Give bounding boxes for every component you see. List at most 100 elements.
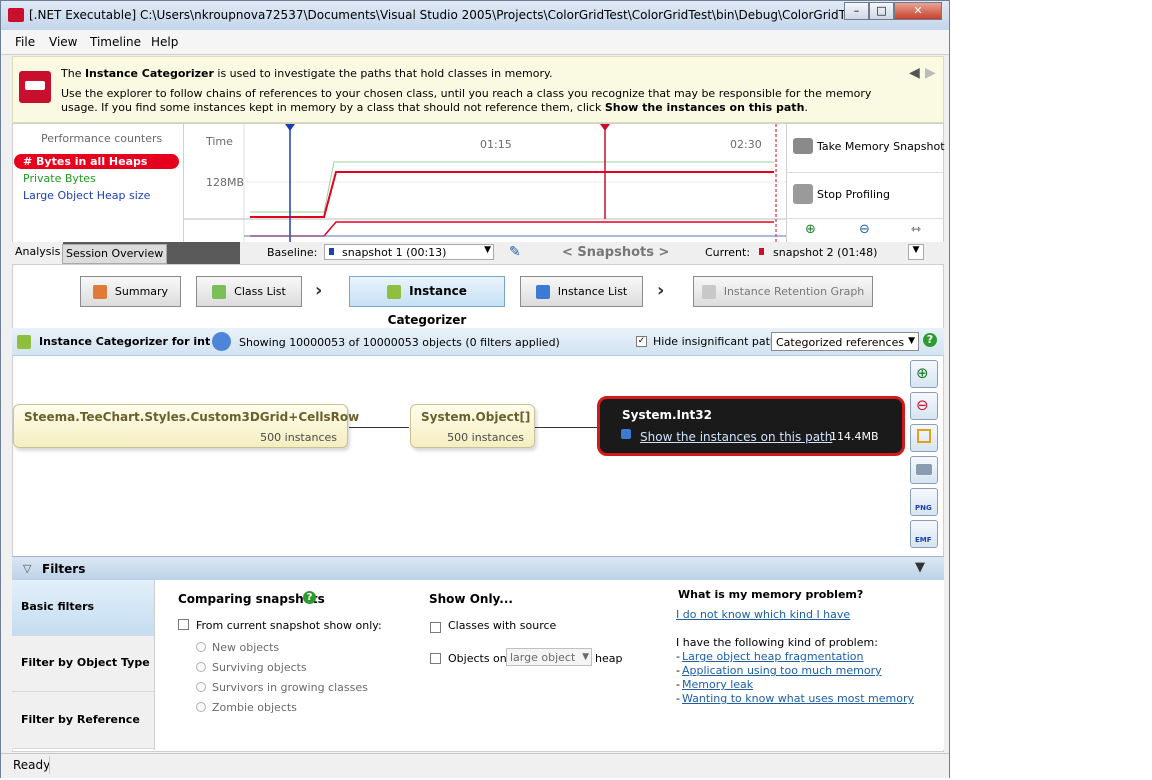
instance-categorizer-button[interactable]: Instance Categorizer [349,276,505,327]
hide-insignificant-checkbox[interactable]: ✓ [636,336,647,347]
filter-tab-basic[interactable]: Basic filters [12,580,154,636]
counter-bytes-all-heaps[interactable]: # Bytes in all Heaps [23,155,147,168]
instance-list-button[interactable]: Instance List [520,276,643,307]
problem-link-memory-leak[interactable]: Memory leak [682,678,753,691]
graph-node-cellsrow[interactable]: Steema.TeeChart.Styles.Custom3DGrid+Cell… [13,404,359,448]
snapshot-selector-bar: Baseline: snapshot 1 (00:13) ▼ ✎ < Snaps… [240,242,944,264]
next-tip-icon[interactable]: ▶ [925,65,936,81]
zoom-out-tool[interactable]: ⊖ [910,392,938,420]
counter-large-object-heap[interactable]: Large Object Heap size [23,189,150,202]
ants-logo-icon [19,71,51,103]
zoom-in-icon: ⊕ [916,364,929,382]
baseline-value: snapshot 1 (00:13) [342,246,447,259]
menu-bar: File View Timeline Help [1,30,949,55]
radio-new-objects[interactable] [196,642,206,652]
zoom-in-icon[interactable]: ⊕ [805,222,816,237]
zoom-out-icon: ⊖ [916,396,929,414]
categorized-mode-value: Categorized references [776,336,905,349]
timeline-tick-1: 01:15 [480,138,512,151]
status-bar: Ready [1,753,949,778]
problem-link-loh-fragmentation[interactable]: Large object heap fragmentation [682,650,864,663]
heap-type-select[interactable]: large object ▼ [506,648,592,666]
filters-divider [154,580,155,750]
menu-file[interactable]: File [15,35,35,49]
baseline-select[interactable]: snapshot 1 (00:13) ▼ [324,244,494,260]
timeline-chart[interactable]: Time 01:15 02:30 128MB [183,124,787,242]
zoom-fit-icon[interactable]: ⇿ [911,222,921,236]
edit-pencil-icon[interactable]: ✎ [509,244,521,260]
filter-tab-reference[interactable]: Filter by Reference [12,692,154,749]
show-only-title: Show Only... [429,592,513,606]
graph-edge-1 [349,427,409,428]
prev-tip-icon[interactable]: ◀ [909,65,920,81]
show-instances-link[interactable]: Show the instances on this path [640,430,832,444]
minimize-button[interactable]: – [844,2,869,20]
from-current-checkbox[interactable] [178,619,189,630]
fit-view-tool[interactable] [910,424,938,452]
node-name: System.Int32 [622,408,712,422]
tab-analysis[interactable]: Analysis [12,242,64,264]
retention-graph-button[interactable]: Instance Retention Graph [693,276,873,307]
graph-node-selected-int32[interactable]: System.Int32 Show the instances on this … [597,396,905,456]
fit-view-icon [917,429,931,443]
help-icon[interactable]: ? [303,591,316,604]
arrow-right-icon-2: › [657,280,665,301]
help-icon[interactable]: ? [923,333,937,347]
categorized-references-select[interactable]: Categorized references ▼ [771,332,919,351]
close-button[interactable]: ✕ [894,2,942,20]
radio-survivors-growing-label: Survivors in growing classes [212,681,368,694]
current-select-dropdown[interactable]: ▼ [908,244,924,260]
png-icon: PNG [915,504,932,512]
classes-with-source-checkbox[interactable] [430,622,441,633]
objects-on-checkbox[interactable] [430,653,441,664]
filters-title: Filters [42,562,86,576]
radio-survivors-growing[interactable] [196,682,206,692]
export-png-tool[interactable]: PNG [910,488,938,516]
node-count: 500 instances [447,431,524,444]
stop-profiling-button[interactable]: Stop Profiling [787,172,943,219]
class-list-button[interactable]: Class List [196,276,302,307]
menu-help[interactable]: Help [151,35,178,49]
arrow-right-icon: › [315,280,323,301]
summary-button[interactable]: Summary [80,276,181,307]
take-snapshot-button[interactable]: Take Memory Snapshot [787,124,945,173]
graph-node-object-array[interactable]: System.Object[] 500 instances [410,404,535,448]
stop-icon [793,184,813,204]
stop-profiling-label: Stop Profiling [817,188,890,201]
zoom-out-icon[interactable]: ⊖ [859,222,870,237]
counter-private-bytes[interactable]: Private Bytes [23,172,96,185]
status-divider [49,756,50,774]
filters-header[interactable]: ▽ Filters ▼ [12,556,944,580]
node-size: 114.4MB [830,430,879,443]
heap-label: heap [595,652,623,665]
radio-new-objects-label: New objects [212,641,280,654]
have-following-label: I have the following kind of problem: [676,636,878,649]
node-name: System.Object[] [421,410,531,424]
app-icon [8,8,24,22]
categorizer-title: Instance Categorizer for int [39,335,211,348]
menu-view[interactable]: View [49,35,77,49]
dont-know-link[interactable]: I do not know which kind I have [676,608,850,621]
problem-link-too-much-memory[interactable]: Application using too much memory [682,664,882,677]
filter-tab-object-type[interactable]: Filter by Object Type [12,636,154,692]
print-icon [916,464,932,475]
print-tool[interactable] [910,456,938,484]
node-name: Steema.TeeChart.Styles.Custom3DGrid+Cell… [24,410,360,424]
info-banner: The Instance Categorizer is used to inve… [12,56,944,123]
perf-counters-heading: Performance counters [41,132,163,145]
zoom-in-tool[interactable]: ⊕ [910,360,938,388]
hide-insignificant-label: Hide insignificant paths [653,335,783,348]
radio-zombie-objects[interactable] [196,702,206,712]
collapse-triangle-icon[interactable]: ▼ [915,560,925,575]
maximize-button[interactable]: □ [869,2,894,20]
instances-icon [621,429,631,439]
categorizer-icon [17,335,31,349]
categorizer-header: Instance Categorizer for int Showing 100… [12,328,944,356]
filter-funnel-icon: ▽ [23,562,32,575]
tab-session-overview[interactable]: Session Overview [62,244,168,264]
export-emf-tool[interactable]: EMF [910,520,938,548]
radio-surviving-objects[interactable] [196,662,206,672]
problem-link-most-memory[interactable]: Wanting to know what uses most memory [682,692,914,705]
menu-timeline[interactable]: Timeline [90,35,141,49]
snapshots-label[interactable]: < Snapshots > [562,245,669,260]
